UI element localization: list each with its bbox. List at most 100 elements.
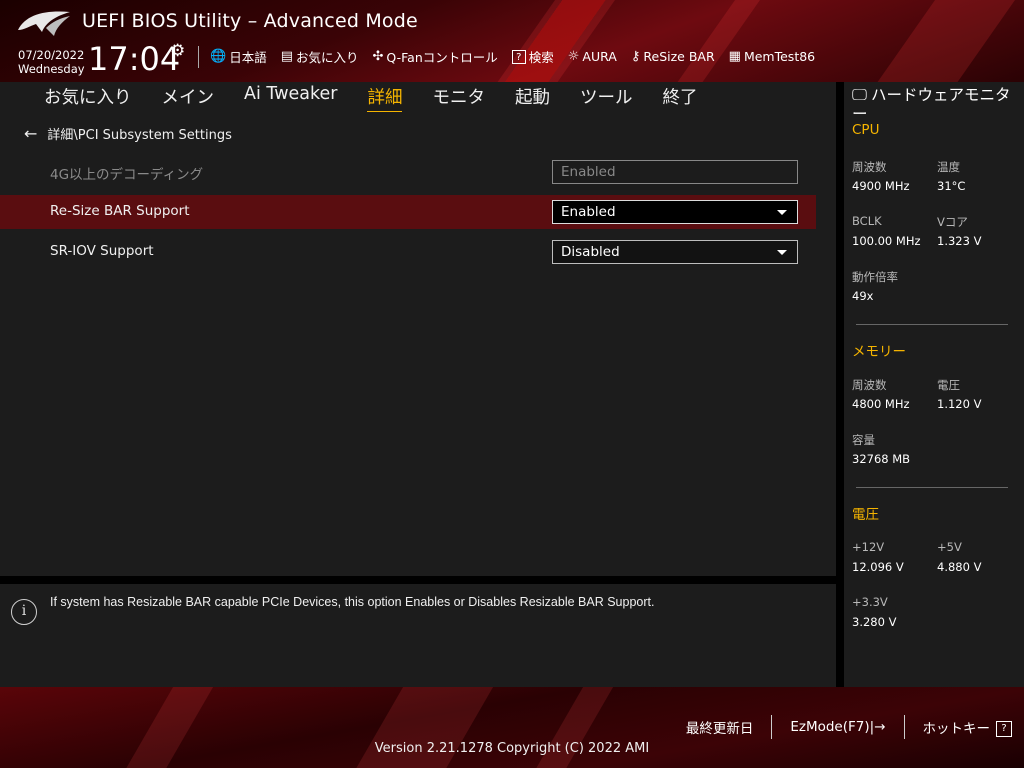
- hardware-monitor-panel: 🖵 ハードウェアモニター CPU 周波数 温度 4900 MHz 31°C BCL…: [844, 82, 1024, 687]
- header-decoration: [477, 0, 623, 82]
- date-text: 07/20/2022: [18, 48, 85, 62]
- memory-freq-label: 周波数: [852, 378, 887, 392]
- resize-bar-icon: ⚷: [630, 49, 641, 64]
- setting-row-sr-iov-support[interactable]: SR-IOV Support Disabled: [0, 235, 816, 269]
- gear-icon[interactable]: ⚙: [170, 41, 185, 61]
- ezmode-button[interactable]: EzMode(F7)|→: [790, 719, 885, 735]
- tab-advanced[interactable]: 詳細: [367, 84, 403, 113]
- breadcrumb-path: 詳細\PCI Subsystem Settings: [47, 128, 232, 143]
- v5-label: +5V: [937, 540, 962, 554]
- hardware-monitor-title: 🖵 ハードウェアモニター: [852, 86, 1020, 124]
- setting-dropdown[interactable]: Disabled: [552, 240, 798, 264]
- help-panel: i If system has Resizable BAR capable PC…: [0, 584, 836, 687]
- search-icon: ?: [511, 49, 526, 64]
- toolbar-qfan[interactable]: ✣ Q-Fanコントロール: [373, 47, 498, 66]
- toolbar-favorites[interactable]: ▤ お気に入り: [281, 47, 359, 66]
- cpu-heading: CPU: [852, 122, 880, 138]
- hotkeys-button[interactable]: ホットキー?: [922, 717, 1012, 737]
- toolbar-resize-bar[interactable]: ⚷ ReSize BAR: [631, 47, 715, 66]
- v33-label: +3.3V: [852, 595, 888, 609]
- setting-row-resize-bar-support[interactable]: Re-Size BAR Support Enabled: [0, 195, 816, 229]
- v12-label: +12V: [852, 540, 885, 554]
- setting-value: Disabled: [561, 244, 620, 260]
- back-arrow-icon[interactable]: ←: [24, 124, 37, 143]
- setting-value-box: Enabled: [552, 160, 798, 184]
- setting-value: Enabled: [561, 204, 616, 220]
- dropdown-caret-icon: [777, 250, 787, 255]
- version-text: Version 2.21.1278 Copyright (C) 2022 AMI: [374, 741, 650, 756]
- date-display: 07/20/2022 Wednesday: [18, 48, 85, 76]
- favorites-icon: ▤: [280, 49, 293, 64]
- toolbar-aura[interactable]: ☼ AURA: [568, 47, 617, 66]
- tab-tool[interactable]: ツール: [580, 84, 633, 113]
- bios-title: UEFI BIOS Utility – Advanced Mode: [82, 10, 418, 32]
- cpu-vcore-value: 1.323 V: [937, 234, 982, 248]
- tab-main[interactable]: メイン: [162, 84, 215, 113]
- v12-value: 12.096 V: [852, 560, 904, 574]
- cpu-vcore-label: Vコア: [937, 215, 968, 229]
- cpu-ratio-value: 49x: [852, 289, 874, 303]
- header-decoration: [857, 0, 1023, 82]
- header-decoration: [657, 0, 768, 82]
- memory-freq-value: 4800 MHz: [852, 397, 910, 411]
- divider: [771, 715, 773, 739]
- monitor-icon: 🖵: [852, 86, 867, 104]
- info-icon: i: [11, 599, 37, 625]
- cpu-bclk-value: 100.00 MHz: [852, 234, 921, 248]
- toolbar-language-label: 日本語: [229, 50, 267, 65]
- settings-panel: ← 詳細\PCI Subsystem Settings 4G以上のデコーディング…: [0, 112, 836, 576]
- setting-row-above-4g-decoding: 4G以上のデコーディング Enabled: [0, 155, 816, 189]
- ezmode-label: EzMode(F7)|: [790, 719, 875, 735]
- cpu-temp-value: 31°C: [937, 179, 966, 193]
- main-nav: お気に入り メイン Ai Tweaker 詳細 モニタ 起動 ツール 終了: [0, 82, 836, 113]
- cpu-freq-label: 周波数: [852, 160, 887, 174]
- tab-monitor[interactable]: モニタ: [432, 84, 485, 113]
- footer-buttons: 最終更新日 EzMode(F7)|→ ホットキー?: [686, 715, 1012, 739]
- breadcrumb: ← 詳細\PCI Subsystem Settings: [24, 124, 232, 143]
- toolbar: 🌐 日本語 ▤ お気に入り ✣ Q-Fanコントロール ? 検索 ☼ AURA ⚷ ReSi…: [210, 47, 815, 66]
- weekday-text: Wednesday: [18, 62, 85, 76]
- cpu-ratio-label: 動作倍率: [852, 270, 898, 284]
- toolbar-memtest[interactable]: ▦ MemTest86: [729, 47, 815, 66]
- setting-label: Re-Size BAR Support: [50, 203, 190, 219]
- cpu-bclk-label: BCLK: [852, 214, 882, 228]
- last-modified-button[interactable]: 最終更新日: [686, 717, 754, 737]
- memory-heading: メモリー: [852, 344, 906, 360]
- rog-logo-icon: [18, 11, 70, 36]
- memory-icon: ▦: [728, 49, 741, 64]
- aura-icon: ☼: [567, 49, 580, 64]
- help-text: If system has Resizable BAR capable PCIe…: [50, 595, 655, 609]
- tab-boot[interactable]: 起動: [515, 84, 550, 113]
- tab-ai-tweaker[interactable]: Ai Tweaker: [244, 84, 337, 113]
- v33-value: 3.280 V: [852, 615, 897, 629]
- memory-volt-label: 電圧: [937, 378, 960, 392]
- memory-volt-value: 1.120 V: [937, 397, 982, 411]
- toolbar-language[interactable]: 🌐 日本語: [210, 47, 267, 66]
- header-bar: UEFI BIOS Utility – Advanced Mode 07/20/…: [0, 0, 1024, 82]
- cpu-temp-label: 温度: [937, 160, 960, 174]
- hotkeys-label: ホットキー: [922, 721, 991, 737]
- cpu-freq-value: 4900 MHz: [852, 179, 910, 193]
- toolbar-qfan-label: Q-Fanコントロール: [386, 50, 498, 65]
- toolbar-resize-bar-label: ReSize BAR: [643, 49, 715, 64]
- setting-value: Enabled: [561, 164, 616, 180]
- memory-cap-value: 32768 MB: [852, 452, 911, 466]
- divider: [856, 487, 1008, 488]
- toolbar-favorites-label: お気に入り: [296, 50, 359, 65]
- tab-exit[interactable]: 終了: [662, 84, 697, 113]
- toolbar-search[interactable]: ? 検索: [511, 47, 554, 66]
- hardware-monitor-title-text: ハードウェアモニター: [852, 86, 1011, 123]
- dropdown-caret-icon: [777, 210, 787, 215]
- toolbar-memtest-label: MemTest86: [743, 49, 816, 64]
- setting-label: SR-IOV Support: [50, 243, 154, 259]
- tab-favorites[interactable]: お気に入り: [44, 84, 132, 113]
- toolbar-aura-label: AURA: [582, 49, 617, 64]
- setting-dropdown[interactable]: Enabled: [552, 200, 798, 224]
- divider: [198, 46, 199, 68]
- toolbar-search-label: 検索: [528, 50, 554, 65]
- help-key-icon: ?: [996, 721, 1012, 737]
- globe-icon: 🌐: [210, 49, 227, 64]
- fan-icon: ✣: [372, 49, 384, 64]
- clock-display: 17:04: [88, 40, 181, 78]
- v5-value: 4.880 V: [937, 560, 982, 574]
